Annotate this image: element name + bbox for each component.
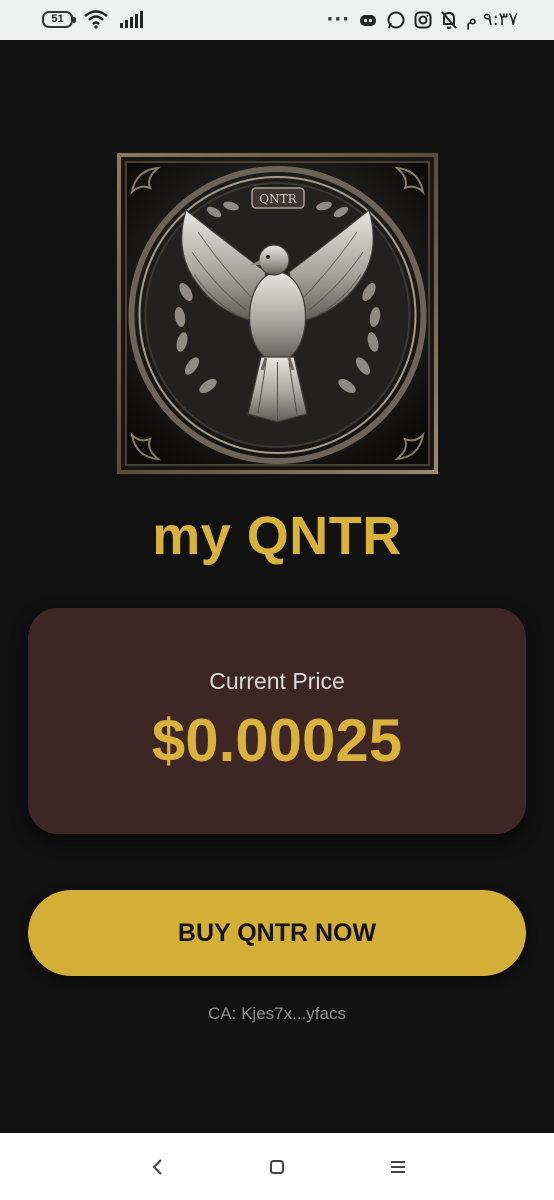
home-icon[interactable] — [261, 1151, 293, 1183]
clock: ٩:٣٧ م — [466, 9, 518, 30]
status-bar: 51 ··· ٩:٣٧ م — [0, 0, 554, 40]
menu-icon[interactable] — [382, 1151, 414, 1183]
battery-level: 51 — [51, 13, 64, 25]
more-icon: ··· — [326, 9, 351, 30]
logo-text: QNTR — [259, 192, 297, 206]
whatsapp-icon — [387, 11, 405, 28]
discord-icon — [360, 14, 377, 26]
wifi-icon — [84, 10, 108, 29]
battery-icon: 51 — [42, 10, 76, 28]
instagram-icon — [414, 11, 432, 28]
page-title: my QNTR — [152, 506, 402, 566]
dove-emblem-icon: QNTR — [116, 152, 439, 475]
buy-button[interactable]: BUY QNTR NOW — [28, 890, 526, 976]
status-left: 51 — [42, 9, 145, 29]
signal-icon — [120, 11, 143, 28]
price-value: $0.00025 — [151, 707, 403, 774]
back-icon[interactable] — [142, 1151, 174, 1183]
nav-bar — [0, 1133, 554, 1200]
price-label: Current Price — [209, 668, 345, 694]
status-right: ··· ٩:٣٧ م — [327, 9, 518, 30]
contract-address[interactable]: CA: Kjes7x...yfacs — [0, 1004, 554, 1024]
buy-button-label: BUY QNTR NOW — [177, 918, 377, 947]
mute-icon — [441, 10, 457, 29]
